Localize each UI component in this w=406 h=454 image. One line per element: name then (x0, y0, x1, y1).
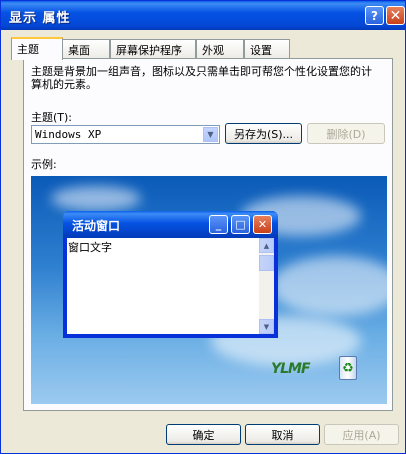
theme-select-value: Windows XP (35, 128, 102, 141)
close-icon: ✕ (253, 215, 272, 234)
window-title: 显示 属性 (9, 11, 71, 26)
ok-button[interactable]: 确定 (166, 424, 241, 445)
scroll-down-icon: ▼ (259, 319, 274, 334)
save-as-button[interactable]: 另存为(S)... (225, 123, 302, 144)
chevron-down-icon[interactable]: ▼ (203, 127, 218, 142)
maximize-icon: □ (231, 215, 250, 234)
tab-screensaver[interactable]: 屏幕保护程序 (110, 39, 196, 58)
close-icon: ✕ (389, 7, 402, 24)
help-button[interactable]: ? (365, 6, 384, 25)
preview-active-window: 活动窗口 _ □ ✕ 窗口文字 ▲ ▼ (63, 211, 278, 338)
minimize-icon: _ (209, 215, 228, 234)
preview-title-bar: 活动窗口 _ □ ✕ (63, 211, 278, 238)
ylmf-logo: YLMF (271, 361, 311, 377)
theme-description: 主题是背景加一组声音，图标以及只需单击即可帮您个性化设置您的计算机的元素。 (31, 65, 372, 91)
tab-desktop[interactable]: 桌面 (62, 39, 110, 58)
sample-label: 示例: (31, 158, 57, 171)
display-properties-dialog: 显示 属性 ? ✕ 主题 桌面 屏幕保护程序 外观 设置 主题是背景加一组声音，… (0, 0, 406, 454)
preview-window-text: 窗口文字 (68, 241, 112, 254)
cloud-decoration (271, 256, 387, 316)
tab-appearance[interactable]: 外观 (196, 39, 244, 58)
cloud-decoration (51, 186, 141, 211)
tab-theme[interactable]: 主题 (11, 37, 63, 60)
theme-label: 主题(T): (31, 111, 73, 124)
cancel-button[interactable]: 取消 (245, 424, 320, 445)
tab-settings[interactable]: 设置 (244, 39, 290, 58)
preview-window-body: 窗口文字 ▲ ▼ (67, 238, 274, 334)
delete-button[interactable]: 删除(D) (307, 123, 385, 144)
scroll-up-icon: ▲ (259, 238, 274, 253)
title-bar[interactable]: 显示 属性 ? ✕ (1, 1, 405, 30)
preview-window-title: 活动窗口 (72, 219, 121, 233)
recycle-bin-icon: ♻ (339, 356, 357, 380)
close-button[interactable]: ✕ (386, 6, 405, 25)
theme-select[interactable]: Windows XP ▼ (31, 125, 220, 144)
help-icon: ? (371, 8, 378, 23)
apply-button[interactable]: 应用(A) (324, 424, 399, 445)
preview-scrollbar: ▲ ▼ (259, 238, 274, 334)
scroll-thumb (259, 255, 274, 271)
